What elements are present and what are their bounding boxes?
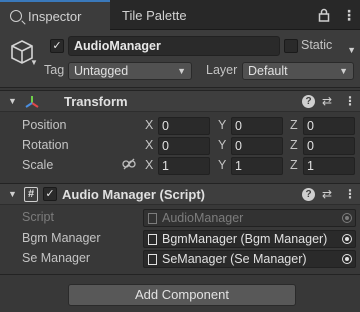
help-icon[interactable]: ? bbox=[302, 188, 315, 201]
bgm-manager-label: Bgm Manager bbox=[22, 231, 101, 245]
component-enabled-checkbox[interactable]: ✓ bbox=[43, 187, 57, 201]
divider bbox=[0, 274, 360, 275]
presets-icon[interactable]: ⇄ bbox=[322, 94, 332, 108]
layer-label: Layer bbox=[206, 63, 238, 77]
constrain-proportions-icon[interactable] bbox=[122, 158, 136, 170]
lock-icon[interactable] bbox=[318, 0, 330, 30]
axis-y-label: Y bbox=[218, 118, 227, 132]
gameobject-name-field[interactable]: AudioManager bbox=[68, 36, 280, 56]
object-picker-icon bbox=[342, 213, 352, 223]
script-label: Script bbox=[22, 210, 54, 224]
chevron-down-icon: ▼ bbox=[339, 66, 348, 76]
tab-inspector-label: Inspector bbox=[28, 8, 82, 24]
foldout-arrow-icon[interactable]: ▼ bbox=[8, 189, 17, 199]
rotation-y-field[interactable]: 0 bbox=[231, 137, 283, 155]
audio-manager-title: Audio Manager (Script) bbox=[62, 187, 206, 202]
rotation-z-field[interactable]: 0 bbox=[303, 137, 355, 155]
transform-axes-icon bbox=[25, 96, 39, 108]
presets-icon[interactable]: ⇄ bbox=[322, 187, 332, 201]
bgm-manager-value: BgmManager (Bgm Manager) bbox=[162, 232, 328, 246]
foldout-arrow-icon[interactable]: ▼ bbox=[8, 96, 17, 106]
layer-value: Default bbox=[248, 64, 288, 78]
se-manager-label: Se Manager bbox=[22, 251, 91, 265]
add-component-button[interactable]: Add Component bbox=[68, 284, 296, 306]
axis-x-label: X bbox=[145, 138, 154, 152]
static-checkbox[interactable] bbox=[284, 39, 298, 53]
axis-y-label: Y bbox=[218, 158, 227, 172]
object-picker-icon[interactable] bbox=[342, 254, 352, 264]
transform-header[interactable]: ▼ Transform ? ⇄ ⋮ bbox=[0, 90, 360, 112]
se-manager-field[interactable]: SeManager (Se Manager) bbox=[143, 250, 356, 268]
tag-value: Untagged bbox=[74, 64, 129, 78]
scale-x-field[interactable]: 1 bbox=[158, 157, 210, 175]
tab-tile-palette[interactable]: Tile Palette bbox=[122, 0, 187, 30]
gameobject-ref-icon bbox=[148, 234, 157, 245]
position-label: Position bbox=[22, 118, 67, 132]
tag-label: Tag bbox=[44, 63, 65, 77]
chevron-down-icon: ▼ bbox=[177, 66, 186, 76]
rotation-label: Rotation bbox=[22, 138, 69, 152]
tab-inspector[interactable]: Inspector bbox=[0, 0, 110, 30]
axis-z-label: Z bbox=[290, 138, 298, 152]
help-icon[interactable]: ? bbox=[302, 95, 315, 108]
position-x-field[interactable]: 0 bbox=[158, 117, 210, 135]
more-options-icon[interactable]: ⋮ bbox=[344, 94, 356, 108]
static-label: Static bbox=[301, 38, 333, 52]
transform-title: Transform bbox=[64, 94, 128, 109]
gameobject-ref-icon bbox=[148, 254, 157, 265]
tab-bar: Inspector Tile Palette ⋮ bbox=[0, 0, 360, 30]
audio-manager-header[interactable]: ▼ # ✓ Audio Manager (Script) ? ⇄ ⋮ bbox=[0, 183, 360, 205]
script-field: AudioManager bbox=[143, 209, 356, 227]
scale-z-field[interactable]: 1 bbox=[303, 157, 355, 175]
gameobject-header: ▼ ✓ AudioManager Static ▼ Tag Untagged ▼… bbox=[0, 30, 360, 88]
more-options-icon[interactable]: ⋮ bbox=[344, 187, 356, 201]
se-manager-value: SeManager (Se Manager) bbox=[162, 252, 307, 266]
icon-dropdown-arrow-icon[interactable]: ▼ bbox=[30, 58, 38, 67]
axis-z-label: Z bbox=[290, 118, 298, 132]
axis-x-label: X bbox=[145, 158, 154, 172]
tag-dropdown[interactable]: Untagged ▼ bbox=[68, 62, 192, 80]
script-asset-icon bbox=[148, 213, 157, 224]
static-dropdown-arrow-icon[interactable]: ▼ bbox=[344, 40, 358, 58]
scale-label: Scale bbox=[22, 158, 54, 172]
position-z-field[interactable]: 0 bbox=[303, 117, 355, 135]
more-options-icon[interactable]: ⋮ bbox=[342, 0, 356, 30]
script-value: AudioManager bbox=[162, 211, 244, 225]
layer-dropdown[interactable]: Default ▼ bbox=[242, 62, 354, 80]
object-picker-icon[interactable] bbox=[342, 234, 352, 244]
axis-z-label: Z bbox=[290, 158, 298, 172]
active-checkbox[interactable]: ✓ bbox=[50, 39, 64, 53]
bgm-manager-field[interactable]: BgmManager (Bgm Manager) bbox=[143, 230, 356, 248]
scale-y-field[interactable]: 1 bbox=[231, 157, 283, 175]
axis-x-label: X bbox=[145, 118, 154, 132]
tab-tile-palette-label: Tile Palette bbox=[122, 7, 187, 23]
script-file-icon: # bbox=[24, 187, 38, 202]
rotation-x-field[interactable]: 0 bbox=[158, 137, 210, 155]
axis-y-label: Y bbox=[218, 138, 227, 152]
search-icon bbox=[10, 10, 22, 22]
position-y-field[interactable]: 0 bbox=[231, 117, 283, 135]
